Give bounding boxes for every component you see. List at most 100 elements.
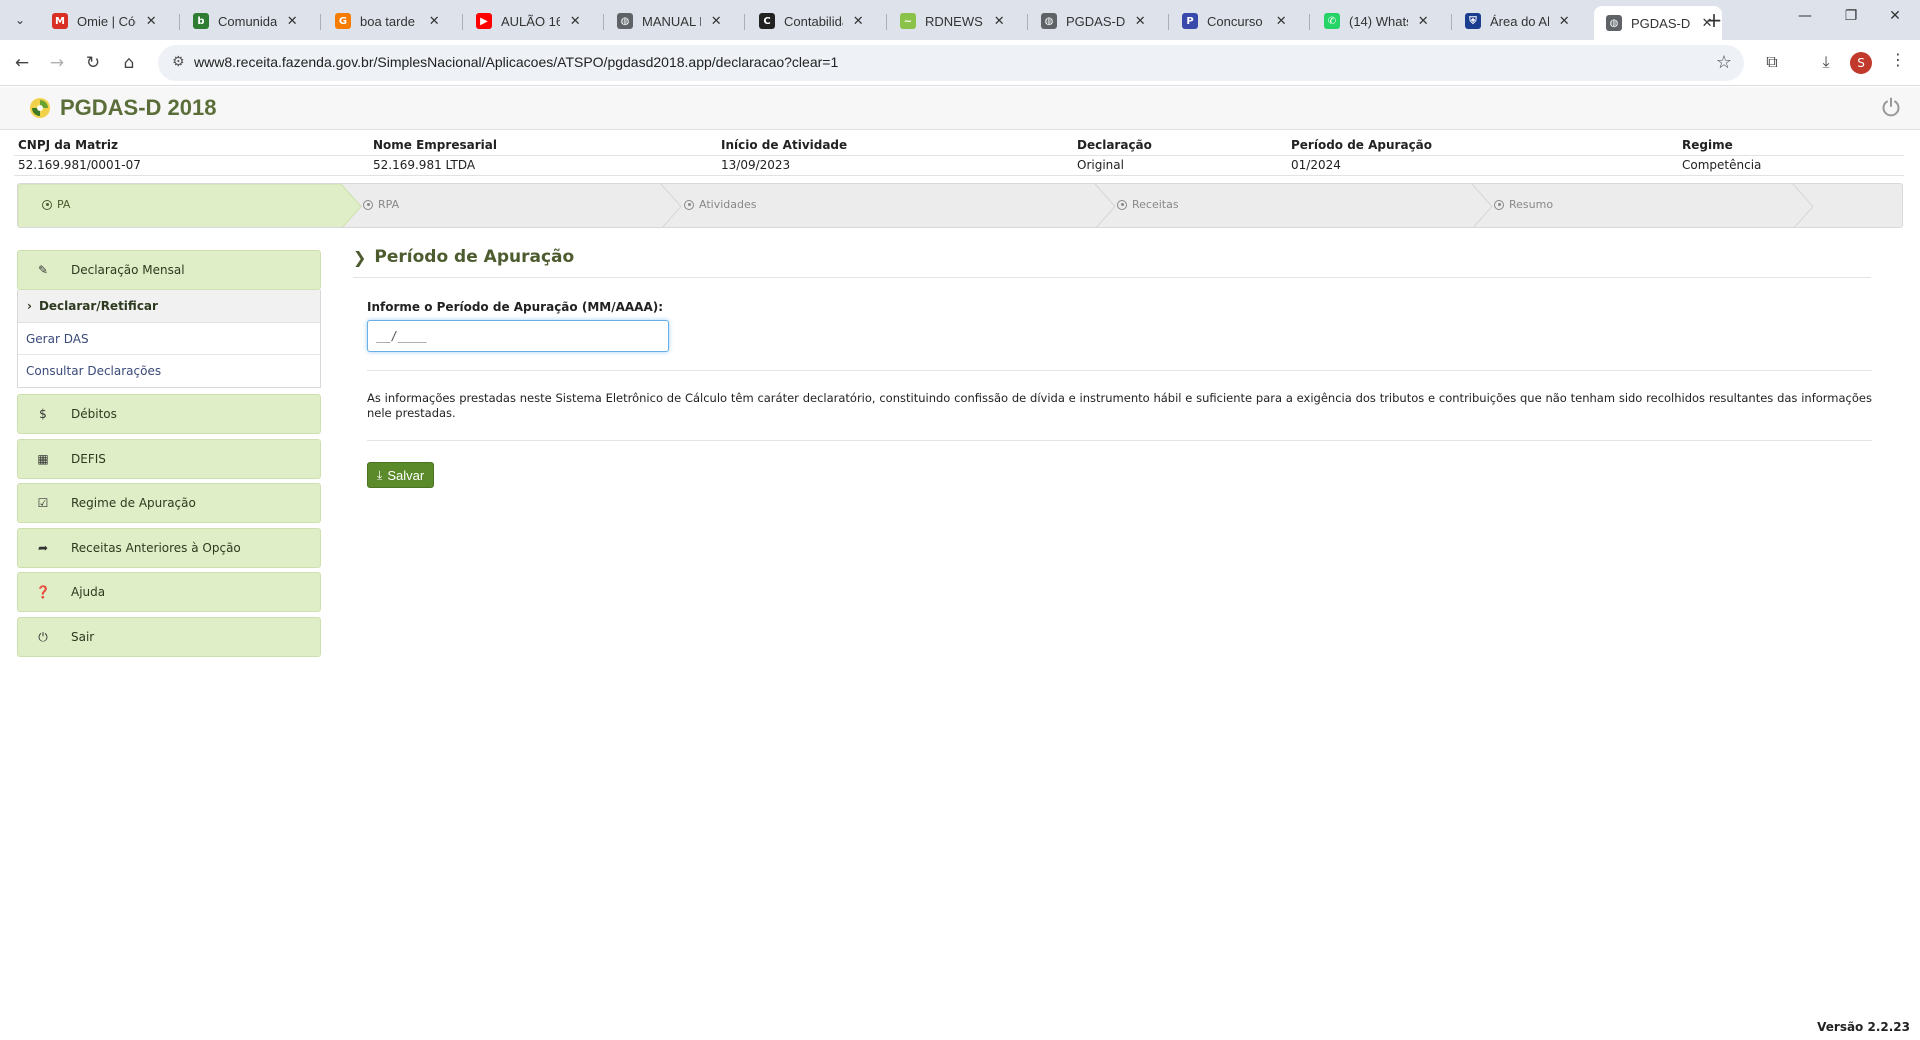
sidebar-item-label: Declaração Mensal <box>71 263 185 277</box>
step-rpa[interactable]: RPA <box>363 198 399 211</box>
app-header: PGDAS-D 2018 <box>0 87 1920 130</box>
browser-tab[interactable]: ◍ PGDAS-D 20 ✕ <box>1029 6 1155 36</box>
step-resumo[interactable]: Resumo <box>1494 198 1553 211</box>
tab-close-icon[interactable]: ✕ <box>1557 14 1571 29</box>
bookmark-star-icon[interactable]: ☆ <box>1716 52 1732 73</box>
reload-icon[interactable]: ↻ <box>80 50 106 76</box>
gmail-icon: M <box>52 13 68 29</box>
contab-icon: C <box>759 13 775 29</box>
shield-icon: ⛨ <box>1465 13 1481 29</box>
info-value: 52.169.981 LTDA <box>373 158 476 172</box>
tab-separator <box>1168 14 1169 30</box>
tab-search-chevron-icon[interactable]: ⌄ <box>6 8 34 32</box>
divider <box>14 175 1904 176</box>
stepper-arrows <box>18 184 1814 227</box>
step-circle-icon <box>42 199 52 210</box>
save-button-label: Salvar <box>387 467 425 483</box>
info-value: 13/09/2023 <box>721 158 791 172</box>
browser-menu-icon[interactable]: ⋮ <box>1890 50 1906 69</box>
sidebar-item-label: Sair <box>71 630 95 644</box>
step-atividades[interactable]: Atividades <box>684 198 756 211</box>
tab-close-icon[interactable]: ✕ <box>851 14 865 29</box>
browser-tab[interactable]: M Omie | Códig ✕ <box>40 6 166 36</box>
browser-tab-bar: ⌄ MOmie | Códig✕bComunidade✕Gboa tarde |… <box>0 0 1920 40</box>
site-info-icon[interactable]: ⚙ <box>172 54 185 70</box>
sidebar-item-consultar-declaracoes[interactable]: Consultar Declarações <box>18 355 320 387</box>
browser-tab[interactable]: C Contabilidad ✕ <box>747 6 873 36</box>
tab-close-icon[interactable]: ✕ <box>427 14 441 29</box>
community-icon: b <box>193 13 209 29</box>
browser-tab[interactable]: P Concurso ISS ✕ <box>1170 6 1296 36</box>
divider <box>14 155 1904 156</box>
url-text[interactable]: www8.receita.fazenda.gov.br/SimplesNacio… <box>194 54 838 70</box>
tab-separator <box>886 14 887 30</box>
step-circle-icon <box>684 199 694 210</box>
info-value: Competência <box>1682 158 1762 172</box>
declaracao-mensal-submenu: › Declarar/Retificar Gerar DAS Consultar… <box>17 290 321 388</box>
save-button[interactable]: ⤓ Salvar <box>367 462 435 488</box>
browser-tab[interactable]: Gboa tarde | C ✕ <box>323 6 449 36</box>
step-label: Receitas <box>1132 198 1179 211</box>
sidebar-item-receitas-anteriores[interactable]: ➦ Receitas Anteriores à Opção <box>17 528 321 568</box>
downloads-icon[interactable]: ⤓ <box>1814 52 1838 72</box>
tab-separator <box>744 14 745 30</box>
forward-arrow-icon[interactable]: → <box>44 50 70 76</box>
browser-tab[interactable]: ◍ MANUAL DC ✕ <box>605 6 731 36</box>
sidebar-item-declarar-retificar[interactable]: › Declarar/Retificar <box>18 290 320 323</box>
tab-close-icon[interactable]: ✕ <box>709 14 723 29</box>
tab-close-icon[interactable]: ✕ <box>992 14 1006 29</box>
chevron-right-icon: ❯ <box>353 247 367 267</box>
sidebar-item-gerar-das[interactable]: Gerar DAS <box>18 323 320 355</box>
sidebar-item-regime-apuracao[interactable]: ☑ Regime de Apuração <box>17 483 321 523</box>
tab-close-icon[interactable]: ✕ <box>1133 14 1147 29</box>
tab-close-icon[interactable]: ✕ <box>144 14 158 29</box>
info-label: Nome Empresarial <box>373 138 497 152</box>
home-icon[interactable]: ⌂ <box>116 50 142 76</box>
tab-close-icon[interactable]: ✕ <box>568 14 582 29</box>
restore-icon[interactable]: ❐ <box>1836 8 1866 24</box>
tab-title: Omie | Códig <box>77 13 136 29</box>
chevron-right-icon: › <box>27 299 32 313</box>
tab-separator <box>320 14 321 30</box>
browser-tab[interactable]: ⛨ Área do Alun ✕ <box>1453 6 1579 36</box>
window-close-icon[interactable]: ✕ <box>1880 8 1910 24</box>
logout-power-icon[interactable] <box>1880 96 1902 118</box>
tab-title: (14) WhatsA <box>1349 13 1408 29</box>
sidebar-item-declaracao-mensal[interactable]: ✎ Declaração Mensal <box>17 250 321 290</box>
new-tab-button[interactable]: + <box>1700 8 1728 32</box>
sidebar-item-defis[interactable]: ▦ DEFIS <box>17 439 321 479</box>
tab-title: PGDAS-D 20 <box>1066 13 1126 29</box>
browser-tab[interactable]: ✆ (14) WhatsA ✕ <box>1312 6 1438 36</box>
browser-tab[interactable]: b Comunidade ✕ <box>181 6 307 36</box>
extensions-icon[interactable]: ⧉ <box>1760 52 1784 72</box>
profile-avatar[interactable]: S <box>1850 52 1872 74</box>
sidebar-item-sair[interactable]: ⏻ Sair <box>17 617 321 657</box>
period-input[interactable] <box>367 320 669 352</box>
step-circle-icon <box>1494 199 1504 210</box>
sidebar-item-ajuda[interactable]: ❓ Ajuda <box>17 572 321 612</box>
wizard-stepper: PA RPA Atividades Receitas Resumo <box>17 183 1903 228</box>
step-circle-icon <box>363 199 373 210</box>
whatsapp-icon: ✆ <box>1324 13 1340 29</box>
browser-tab[interactable]: ~ RDNEWS - F ✕ <box>888 6 1014 36</box>
info-label: Início de Atividade <box>721 138 848 152</box>
tab-close-icon[interactable]: ✕ <box>1274 14 1288 29</box>
globe-icon: ◍ <box>1041 13 1057 29</box>
step-pa[interactable]: PA <box>42 198 70 211</box>
browser-tab[interactable]: ▶ AULÃO 167 | ✕ <box>464 6 590 36</box>
checkbox-icon: ☑ <box>37 496 49 510</box>
tab-title: Área do Alun <box>1490 13 1550 29</box>
info-value: 01/2024 <box>1291 158 1341 172</box>
sidebar-item-label: Débitos <box>71 407 117 421</box>
tab-separator <box>1027 14 1028 30</box>
sidebar-item-debitos[interactable]: $ Débitos <box>17 394 321 434</box>
step-receitas[interactable]: Receitas <box>1117 198 1179 211</box>
minimize-icon[interactable]: — <box>1790 8 1820 24</box>
address-bar[interactable]: ⚙ www8.receita.fazenda.gov.br/SimplesNac… <box>158 45 1744 81</box>
back-arrow-icon[interactable]: ← <box>9 50 35 76</box>
tab-close-icon[interactable]: ✕ <box>1416 14 1430 29</box>
sidebar-item-label: DEFIS <box>71 452 106 466</box>
tab-close-icon[interactable]: ✕ <box>285 14 299 29</box>
step-label: Atividades <box>699 198 757 211</box>
power-icon: ⏻ <box>38 629 48 644</box>
